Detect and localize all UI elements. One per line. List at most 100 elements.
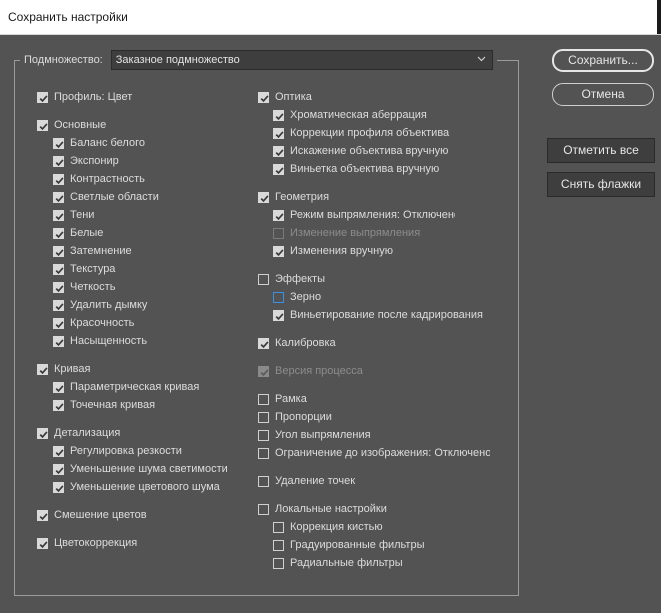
checkbox-box[interactable]: [37, 537, 48, 549]
checkbox-color-noise[interactable]: Уменьшение цветового шума: [53, 479, 220, 495]
checkbox-manual-vignette[interactable]: Виньетка объектива вручную: [273, 161, 439, 177]
checkbox-box[interactable]: [258, 337, 269, 349]
checkbox-box[interactable]: [273, 245, 284, 257]
checkbox-radial-filters[interactable]: Радиальные фильтры: [273, 555, 403, 571]
checkbox-detail[interactable]: Детализация: [37, 425, 120, 441]
checkbox-upright-mode[interactable]: Режим выпрямления: Отключено: [273, 207, 455, 223]
check-all-button[interactable]: Отметить все: [547, 138, 655, 163]
checkbox-brush[interactable]: Коррекция кистью: [273, 519, 383, 535]
checkbox-box[interactable]: [273, 109, 284, 121]
checkbox-color-mixer[interactable]: Смешение цветов: [37, 507, 147, 523]
checkbox-basic[interactable]: Основные: [37, 117, 106, 133]
checkbox-texture[interactable]: Текстура: [53, 261, 115, 277]
checkbox-box[interactable]: [273, 163, 284, 175]
checkbox-point-curve[interactable]: Точечная кривая: [53, 397, 155, 413]
checkbox-box[interactable]: [273, 145, 284, 157]
checkbox-blacks[interactable]: Затемнение: [53, 243, 132, 259]
checkbox-parametric-curve[interactable]: Параметрическая кривая: [53, 379, 199, 395]
checkbox-box[interactable]: [273, 209, 284, 221]
checkbox-saturation[interactable]: Насыщенность: [53, 333, 147, 349]
subset-dropdown[interactable]: Заказное подмножество: [110, 50, 493, 70]
checkbox-box[interactable]: [53, 137, 64, 149]
checkbox-box[interactable]: [53, 463, 64, 475]
checkbox-local-adjustments[interactable]: Локальные настройки: [258, 501, 387, 517]
checkbox-box[interactable]: [37, 363, 48, 375]
checkbox-curve[interactable]: Кривая: [37, 361, 90, 377]
checkbox-label: Градуированные фильтры: [290, 539, 425, 551]
checkbox-box[interactable]: [53, 317, 64, 329]
checkbox-box[interactable]: [53, 263, 64, 275]
checkbox-dehaze[interactable]: Удалить дымку: [53, 297, 147, 313]
checkbox-label: Оптика: [275, 91, 312, 103]
checkbox-whites[interactable]: Белые: [53, 225, 103, 241]
checkbox-box[interactable]: [53, 173, 64, 185]
checkbox-graduated-filters[interactable]: Градуированные фильтры: [273, 537, 425, 553]
checkbox-box[interactable]: [53, 481, 64, 493]
checkbox-box[interactable]: [53, 209, 64, 221]
checkbox-box[interactable]: [53, 245, 64, 257]
checkbox-box[interactable]: [53, 299, 64, 311]
checkbox-frame[interactable]: Рамка: [258, 391, 307, 407]
checkbox-calibration[interactable]: Калибровка: [258, 335, 336, 351]
checkbox-vibrance[interactable]: Красочность: [53, 315, 134, 331]
checkbox-box[interactable]: [37, 119, 48, 131]
checkbox-post-crop-vignette[interactable]: Виньетирование после кадрирования: [273, 307, 483, 323]
checkbox-shadows[interactable]: Тени: [53, 207, 94, 223]
checkbox-optics[interactable]: Оптика: [258, 89, 312, 105]
uncheck-all-button[interactable]: Снять флажки: [547, 172, 655, 197]
checkbox-box[interactable]: [53, 191, 64, 203]
checkbox-profile[interactable]: Профиль: Цвет: [37, 89, 132, 105]
checkbox-label: Контрастность: [70, 173, 145, 185]
checkbox-exposure[interactable]: Экспонир: [53, 153, 119, 169]
checkbox-effects[interactable]: Эффекты: [258, 271, 325, 287]
checkbox-box[interactable]: [53, 381, 64, 393]
checkbox-box[interactable]: [258, 191, 269, 203]
checkbox-spot-removal[interactable]: Удаление точек: [258, 473, 355, 489]
checkbox-box[interactable]: [53, 227, 64, 239]
checkbox-box[interactable]: [53, 445, 64, 457]
checkbox-sharpening[interactable]: Регулировка резкости: [53, 443, 182, 459]
checkbox-grain[interactable]: Зерно: [273, 289, 321, 305]
checkbox-box[interactable]: [273, 291, 284, 303]
cancel-button[interactable]: Отмена: [552, 83, 654, 106]
checkbox-box[interactable]: [273, 127, 284, 139]
checkbox-box[interactable]: [258, 447, 269, 459]
checkbox-box[interactable]: [37, 91, 48, 103]
checkbox-luminance-noise[interactable]: Уменьшение шума светимости: [53, 461, 228, 477]
checkbox-manual-distortion[interactable]: Искажение объектива вручную: [273, 143, 448, 159]
checkbox-box: [258, 365, 269, 377]
checkbox-crop-limit[interactable]: Ограничение до изображения: Отключено: [258, 445, 490, 461]
checkbox-box[interactable]: [273, 521, 284, 533]
checkbox-lens-profile[interactable]: Коррекции профиля объектива: [273, 125, 449, 141]
checkbox-box[interactable]: [37, 427, 48, 439]
checkbox-clarity[interactable]: Четкость: [53, 279, 115, 295]
checkbox-highlights[interactable]: Светлые области: [53, 189, 159, 205]
checkbox-box[interactable]: [53, 281, 64, 293]
checkbox-label: Калибровка: [275, 337, 336, 349]
checkbox-box[interactable]: [37, 509, 48, 521]
save-button[interactable]: Сохранить...: [552, 49, 654, 72]
checkbox-contrast[interactable]: Контрастность: [53, 171, 145, 187]
checkbox-box[interactable]: [273, 539, 284, 551]
checkbox-color-grading[interactable]: Цветокоррекция: [37, 535, 137, 551]
checkbox-box[interactable]: [53, 399, 64, 411]
checkbox-box[interactable]: [258, 475, 269, 487]
checkbox-box[interactable]: [53, 155, 64, 167]
checkbox-box[interactable]: [258, 429, 269, 441]
checkbox-box[interactable]: [273, 557, 284, 569]
checkbox-label: Регулировка резкости: [70, 445, 182, 457]
checkbox-box[interactable]: [258, 273, 269, 285]
checkbox-box[interactable]: [273, 309, 284, 321]
checkbox-geometry[interactable]: Геометрия: [258, 189, 329, 205]
checkbox-proportions[interactable]: Пропорции: [258, 409, 332, 425]
checkbox-label: Светлые области: [70, 191, 159, 203]
checkbox-box[interactable]: [258, 503, 269, 515]
checkbox-box[interactable]: [258, 411, 269, 423]
checkbox-box[interactable]: [53, 335, 64, 347]
checkbox-chromatic-aberration[interactable]: Хроматическая аберрация: [273, 107, 427, 123]
checkbox-manual-changes[interactable]: Изменения вручную: [273, 243, 393, 259]
checkbox-straighten-angle[interactable]: Угол выпрямления: [258, 427, 371, 443]
checkbox-white-balance[interactable]: Баланс белого: [53, 135, 145, 151]
checkbox-box[interactable]: [258, 393, 269, 405]
checkbox-box[interactable]: [258, 91, 269, 103]
